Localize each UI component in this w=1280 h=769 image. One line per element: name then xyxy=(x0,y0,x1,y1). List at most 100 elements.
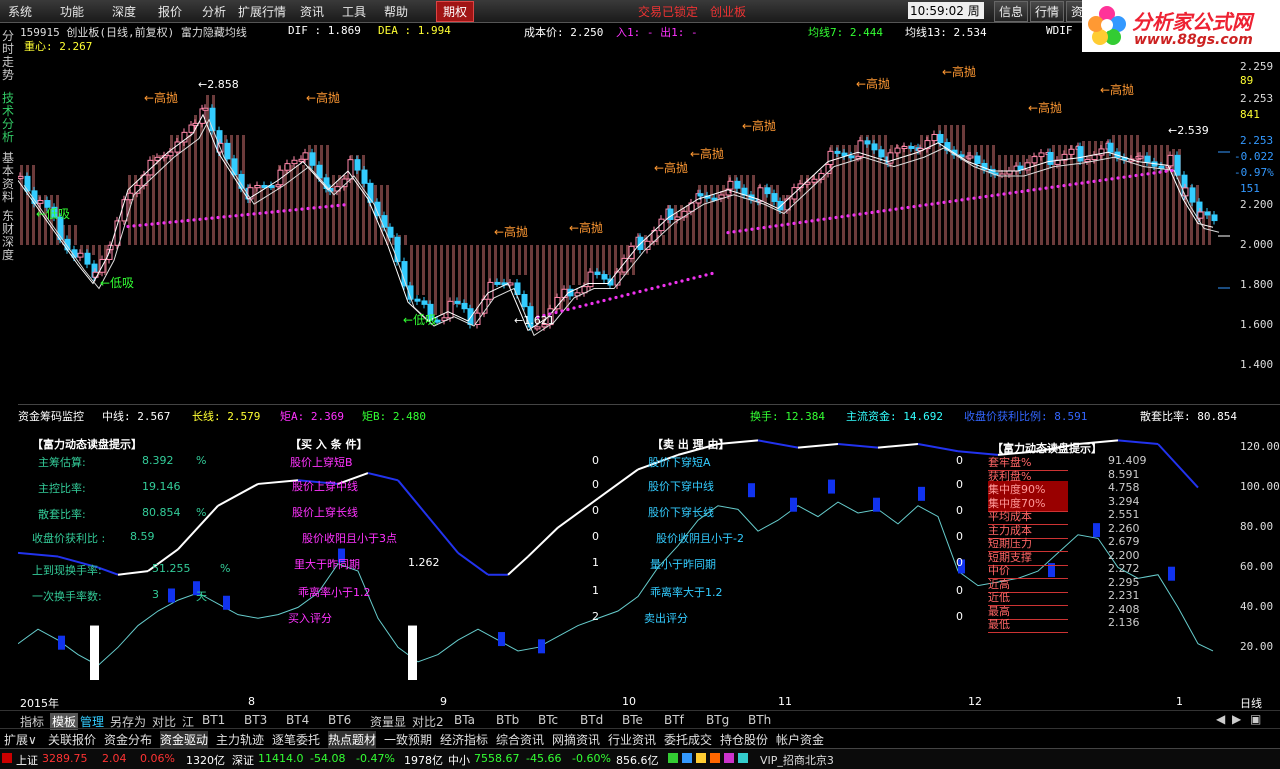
scroll-right-icon[interactable]: ▶ xyxy=(1232,712,1241,726)
support-dot xyxy=(882,209,886,213)
indicator-tab[interactable]: BTc xyxy=(538,713,558,727)
period-selector[interactable]: 日线 xyxy=(1240,695,1262,711)
macd-bar xyxy=(908,145,911,245)
candle xyxy=(167,151,174,157)
function-button[interactable]: 帐户资金 xyxy=(776,731,824,748)
support-dot xyxy=(1164,169,1168,173)
tab-fundamentals[interactable]: 基本资料 xyxy=(2,152,16,204)
menu-options[interactable]: 期权 xyxy=(436,1,475,22)
candle xyxy=(658,218,665,232)
tab-timeshare[interactable]: 分时走势 xyxy=(2,30,16,82)
support-dot xyxy=(948,199,952,204)
support-dot xyxy=(1062,183,1066,188)
macd-bar xyxy=(866,135,869,245)
zoom-icon[interactable]: ▣ xyxy=(1250,712,1261,726)
candle xyxy=(224,142,231,160)
support-dot xyxy=(596,300,600,304)
scroll-left-icon[interactable]: ◀ xyxy=(1216,712,1225,726)
support-dot xyxy=(656,285,660,289)
macd-bar xyxy=(710,185,713,245)
alert-icon xyxy=(696,753,706,763)
support-dot xyxy=(936,201,940,205)
tab-tech-analysis[interactable]: 技术分析 xyxy=(2,92,16,144)
flower-logo-icon xyxy=(1088,6,1126,45)
market-button[interactable]: 行情 xyxy=(1030,1,1065,22)
macd-bar xyxy=(74,225,77,245)
tab-eastmoney[interactable]: 东财深度 xyxy=(2,210,16,262)
indicator-tab[interactable]: BTd xyxy=(580,713,603,727)
function-button[interactable]: 扩展∨ xyxy=(4,731,37,748)
support-dot xyxy=(762,225,766,230)
support-dot xyxy=(698,274,702,279)
macd-bar xyxy=(1034,155,1037,245)
menu-analysis[interactable]: 分析 xyxy=(202,3,226,20)
price-tick: 1.400 xyxy=(1240,358,1274,371)
macd-bar xyxy=(1208,211,1211,245)
menu-help[interactable]: 帮助 xyxy=(384,3,408,20)
function-button[interactable]: 综合资讯 xyxy=(496,731,544,748)
function-button[interactable]: 一致预期 xyxy=(384,731,432,748)
function-button[interactable]: 资金驱动 xyxy=(160,731,209,748)
function-button[interactable]: 主力轨迹 xyxy=(216,731,264,748)
macd-bar xyxy=(290,165,293,245)
price-axis: 2.259 89 2.253 841 2.253 -0.022 -0.97% 1… xyxy=(1230,52,1280,404)
menu-news[interactable]: 资讯 xyxy=(300,3,324,20)
indicator-tab[interactable]: BT3 xyxy=(244,713,267,727)
function-button[interactable]: 委托成交 xyxy=(664,731,712,748)
panel-title: 【富力动态读盘提示】 xyxy=(32,438,142,451)
info-button[interactable]: 信息 xyxy=(994,1,1029,22)
buy-condition-value: 0 xyxy=(592,504,599,517)
support-dot xyxy=(210,216,214,220)
menu-function[interactable]: 功能 xyxy=(60,3,84,20)
support-dot xyxy=(768,225,772,229)
indicator-tab[interactable]: BT6 xyxy=(328,713,351,727)
chip-stat-value: 2.200 xyxy=(1108,548,1140,562)
indicator-tab[interactable]: BTf xyxy=(664,713,684,727)
function-button[interactable]: 持仓股份 xyxy=(720,731,768,748)
support-dot xyxy=(686,277,690,282)
indicator-tab[interactable]: BTe xyxy=(622,713,643,727)
panel-value: 8.59 xyxy=(130,530,155,543)
ma7-value: 均线7: 2.444 xyxy=(808,26,883,39)
support-dot xyxy=(572,306,576,310)
candle xyxy=(1211,214,1218,222)
high-sell-label: ←高抛 xyxy=(856,76,890,91)
support-dot xyxy=(816,218,820,222)
support-dot xyxy=(1068,183,1072,187)
function-button[interactable]: 逐笔委托 xyxy=(272,731,320,748)
chip-stat-value: 2.551 xyxy=(1108,508,1140,521)
indicator-tab[interactable]: BT1 xyxy=(202,713,225,727)
support-dot xyxy=(342,203,346,207)
macd-bar xyxy=(998,155,1001,245)
function-button[interactable]: 经济指标 xyxy=(440,731,488,748)
zx-index-amount: 856.6亿 xyxy=(616,754,659,767)
indicator-tab[interactable]: BTg xyxy=(706,713,729,727)
indicator-tab[interactable]: BTh xyxy=(748,713,771,727)
indicator-tab[interactable]: BTa xyxy=(454,713,475,727)
macd-bar xyxy=(506,245,509,285)
support-dot xyxy=(876,210,880,214)
function-button[interactable]: 关联报价 xyxy=(48,731,96,748)
support-dot xyxy=(972,196,976,200)
menu-depth[interactable]: 深度 xyxy=(112,3,136,20)
function-button[interactable]: 资金分布 xyxy=(104,731,152,748)
menu-tools[interactable]: 工具 xyxy=(342,3,366,20)
function-button[interactable]: 行业资讯 xyxy=(608,731,656,748)
menu-system[interactable]: 系统 xyxy=(8,3,32,20)
support-dot xyxy=(1014,190,1018,194)
function-button[interactable]: 热点题材 xyxy=(328,731,377,748)
indicator-tab[interactable]: BTb xyxy=(496,713,519,727)
indicator-tab[interactable]: BT4 xyxy=(286,713,309,727)
candle xyxy=(494,281,501,285)
support-dot xyxy=(680,279,684,283)
macd-bar xyxy=(518,245,521,275)
sell-reason-key: 股价收阴且小于-2 xyxy=(656,532,744,545)
ma13-value: 均线13: 2.534 xyxy=(905,26,987,39)
price-chart[interactable]: ←高抛 ←高抛←高抛 ←高抛←高抛←高抛←高抛←高抛←高抛←高抛←高抛←低吸←低吸←… xyxy=(18,52,1230,404)
menu-ext-market[interactable]: 扩展行情 xyxy=(238,3,286,20)
support-dot xyxy=(144,223,148,227)
support-dot xyxy=(204,217,208,221)
macd-bar xyxy=(962,125,965,245)
menu-quote[interactable]: 报价 xyxy=(158,3,182,20)
function-button[interactable]: 网摘资讯 xyxy=(552,731,600,748)
